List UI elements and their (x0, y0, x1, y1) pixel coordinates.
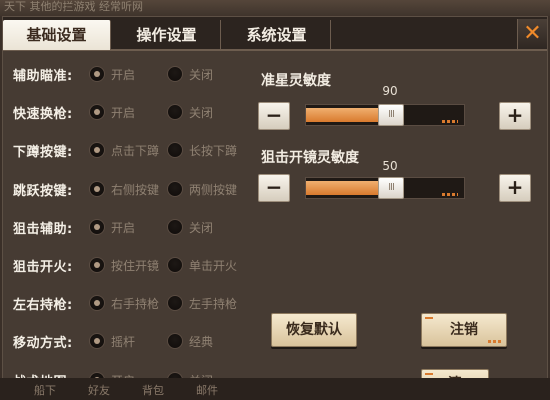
sniper-scope-sensitivity-label: 狙击开镜灵敏度 (261, 150, 359, 166)
movement-mode-option-2-radio[interactable] (167, 333, 183, 350)
slider-fill (306, 181, 386, 195)
sniper-scope-sensitivity-minus-button[interactable]: − (258, 174, 290, 202)
setting-label: 左右持枪: (13, 298, 73, 314)
jump-key-option-2-label[interactable]: 两侧按键 (189, 181, 237, 198)
sniper-scope-sensitivity-plus-button[interactable]: + (499, 174, 531, 202)
sniper-assist-option-2-radio[interactable] (167, 218, 183, 235)
sniper-fire-option-2-label[interactable]: 单击开火 (189, 257, 237, 274)
setting-row-aim-assist: 辅助瞄准: 开启 关闭 (3, 63, 253, 85)
setting-row-crouch-key: 下蹲按键: 点击下蹲 长按下蹲 (3, 139, 253, 161)
settings-panel: 基础设置 操作设置 系统设置 ✕ 辅助瞄准: 开启 关闭 快速换枪: 开启 关闭 下蹲按键:… (2, 16, 548, 399)
background-game-text: 天下 其他的拦游戏 经常听网 (0, 0, 550, 16)
sniper-fire-option-1-label[interactable]: 按住开镜 (111, 257, 159, 274)
button-decoration (488, 340, 502, 343)
weapon-hand-option-2-radio[interactable] (167, 295, 183, 312)
crosshair-sensitivity-label: 准星灵敏度 (261, 73, 331, 89)
movement-mode-option-2-label[interactable]: 经典 (189, 333, 213, 350)
setting-row-sniper-fire: 狙击开火: 按住开镜 单击开火 (3, 254, 253, 276)
quick-weapon-switch-option-2-radio[interactable] (167, 104, 183, 121)
bottom-item: 好友 (88, 384, 110, 397)
movement-mode-option-1-label[interactable]: 摇杆 (111, 333, 135, 350)
aim-assist-option-1-label[interactable]: 开启 (111, 66, 135, 83)
minus-icon: − (265, 175, 283, 199)
thumb-grip-icon: III (388, 182, 395, 193)
crouch-key-option-2-radio[interactable] (167, 142, 183, 159)
sniper-assist-option-1-label[interactable]: 开启 (111, 219, 135, 236)
crouch-key-option-1-label[interactable]: 点击下蹲 (111, 142, 159, 159)
setting-row-quick-weapon-switch: 快速换枪: 开启 关闭 (3, 101, 253, 123)
plus-icon: + (506, 175, 524, 199)
setting-label: 跳跃按键: (13, 183, 73, 199)
restore-defaults-label: 恢复默认 (286, 322, 342, 338)
setting-row-movement-mode: 移动方式: 摇杆 经典 (3, 330, 253, 352)
tab-bar: 基础设置 操作设置 系统设置 ✕ (3, 17, 547, 51)
bottom-item: 邮件 (196, 384, 218, 397)
logout-label: 注销 (450, 322, 478, 338)
setting-row-weapon-hand: 左右持枪: 右手持枪 左手持枪 (3, 292, 253, 314)
minus-icon: − (265, 103, 283, 127)
thumb-grip-icon: III (388, 109, 395, 120)
plus-icon: + (506, 103, 524, 127)
sniper-fire-option-1-radio[interactable] (89, 257, 105, 273)
bottom-item: 背包 (142, 384, 164, 397)
crouch-key-option-1-radio[interactable] (89, 142, 105, 159)
sniper-fire-option-2-radio[interactable] (167, 257, 183, 273)
crosshair-sensitivity-slider[interactable]: III (305, 104, 465, 126)
slider-thumb[interactable]: III (378, 177, 404, 199)
sniper-assist-option-2-label[interactable]: 关闭 (189, 219, 213, 236)
tab-system-settings[interactable]: 系统设置 (223, 20, 331, 50)
weapon-hand-option-1-label[interactable]: 右手持枪 (111, 295, 159, 312)
sniper-assist-option-1-radio[interactable] (89, 218, 105, 235)
setting-label: 辅助瞄准: (13, 69, 73, 84)
jump-key-option-1-label[interactable]: 右侧按键 (111, 181, 159, 198)
quick-weapon-switch-option-1-radio[interactable] (89, 104, 105, 121)
weapon-hand-option-2-label[interactable]: 左手持枪 (189, 295, 237, 312)
sniper-scope-sensitivity-value: 50 (382, 159, 398, 173)
bottom-item: 船下 (34, 384, 56, 397)
crouch-key-option-2-label[interactable]: 长按下蹲 (189, 142, 237, 159)
slider-thumb[interactable]: III (378, 104, 404, 126)
track-decoration (442, 120, 458, 123)
setting-label: 移动方式: (13, 336, 73, 352)
close-button[interactable]: ✕ (517, 19, 547, 49)
sniper-scope-sensitivity-slider[interactable]: III (305, 177, 465, 199)
tab-operation-settings[interactable]: 操作设置 (113, 20, 221, 50)
setting-label: 快速换枪: (13, 107, 73, 123)
aim-assist-option-2-label[interactable]: 关闭 (189, 66, 213, 83)
quick-weapon-switch-option-2-label[interactable]: 关闭 (189, 104, 213, 121)
setting-label: 狙击辅助: (13, 221, 73, 237)
setting-label: 下蹲按键: (13, 145, 73, 161)
crosshair-sensitivity-plus-button[interactable]: + (499, 102, 531, 130)
crosshair-sensitivity-minus-button[interactable]: − (258, 102, 290, 130)
tab-basic-settings[interactable]: 基础设置 (3, 20, 111, 50)
track-decoration (442, 193, 458, 196)
quick-weapon-switch-option-1-label[interactable]: 开启 (111, 104, 135, 121)
movement-mode-option-1-radio[interactable] (89, 333, 105, 350)
setting-row-sniper-assist: 狙击辅助: 开启 关闭 (3, 216, 253, 238)
aim-assist-option-1-radio[interactable] (89, 66, 105, 82)
button-corner-mark (425, 317, 433, 323)
logout-button[interactable]: 注销 (421, 313, 507, 347)
slider-fill (306, 108, 386, 122)
setting-label: 狙击开火: (13, 260, 73, 275)
restore-defaults-button[interactable]: 恢复默认 (271, 313, 357, 347)
jump-key-option-2-radio[interactable] (167, 180, 183, 197)
setting-row-jump-key: 跳跃按键: 右侧按键 两侧按键 (3, 178, 253, 200)
jump-key-option-1-radio[interactable] (89, 180, 105, 197)
crosshair-sensitivity-value: 90 (382, 84, 398, 98)
aim-assist-option-2-radio[interactable] (167, 66, 183, 82)
close-icon: ✕ (523, 21, 542, 46)
weapon-hand-option-1-radio[interactable] (89, 295, 105, 312)
background-bottom-bar: 船下 好友 背包 邮件 (0, 378, 550, 400)
